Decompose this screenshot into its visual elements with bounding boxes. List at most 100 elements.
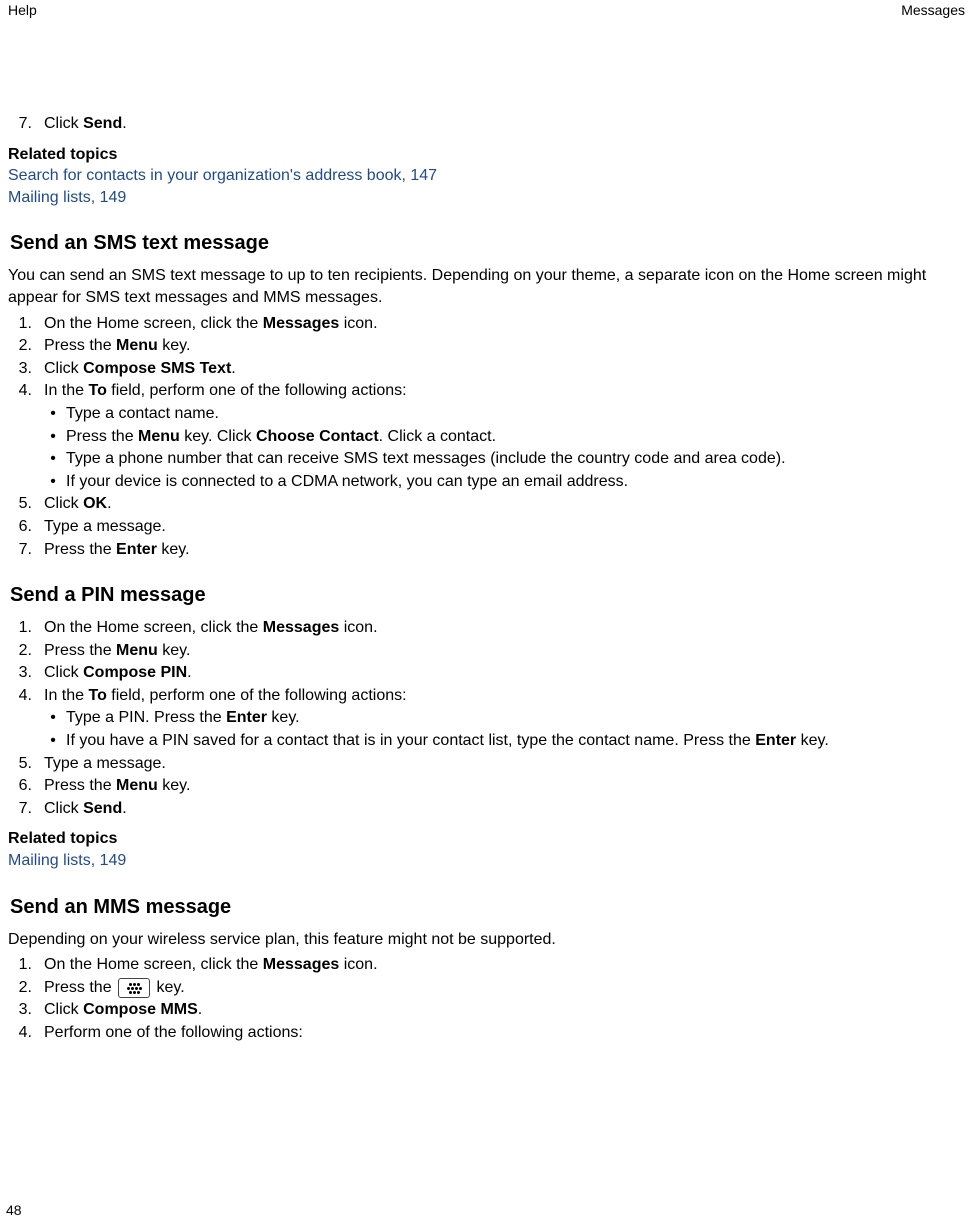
list-text: Press the key. xyxy=(36,977,965,999)
list-number: 1. xyxy=(8,617,32,639)
document-page: Help Messages 7. Click Send. Related top… xyxy=(0,0,973,1228)
list-item: 4.In the To field, perform one of the fo… xyxy=(8,380,965,402)
page-number: 48 xyxy=(6,1202,22,1218)
header-right: Messages xyxy=(901,2,965,18)
doc-link[interactable]: Mailing lists, 149 xyxy=(8,850,965,872)
related-topics-links: Search for contacts in your organization… xyxy=(8,165,965,208)
list-item: 5.Click OK. xyxy=(8,493,965,515)
list-text: Press the Menu key. xyxy=(36,775,965,797)
list-item: 3.Click Compose SMS Text. xyxy=(8,358,965,380)
list-number: 5. xyxy=(8,493,32,515)
list-text: Type a phone number that can receive SMS… xyxy=(60,448,965,470)
bullet-icon: • xyxy=(46,730,60,752)
list-item: •If you have a PIN saved for a contact t… xyxy=(8,730,965,752)
bullet-list: •Type a PIN. Press the Enter key.•If you… xyxy=(8,707,965,751)
section-heading-mms: Send an MMS message xyxy=(8,894,965,921)
bullet-icon: • xyxy=(46,471,60,493)
list-text: Click Compose PIN. xyxy=(36,662,965,684)
text-pre: Press the xyxy=(44,979,116,996)
section-intro: Depending on your wireless service plan,… xyxy=(8,929,965,951)
list-number: 3. xyxy=(8,662,32,684)
list-item: 7.Press the Enter key. xyxy=(8,539,965,561)
list-item: 4.Perform one of the following actions: xyxy=(8,1022,965,1044)
list-text: Type a message. xyxy=(36,516,965,538)
list-text: If your device is connected to a CDMA ne… xyxy=(60,471,965,493)
bullet-icon: • xyxy=(46,707,60,729)
list-item: •If your device is connected to a CDMA n… xyxy=(8,471,965,493)
list-text: Press the Enter key. xyxy=(36,539,965,561)
list-text: Perform one of the following actions: xyxy=(36,1022,965,1044)
list-number: 7. xyxy=(8,539,32,561)
ordered-list: 3.Click Compose MMS.4.Perform one of the… xyxy=(8,999,965,1043)
list-text: Press the Menu key. xyxy=(36,640,965,662)
list-text: Click OK. xyxy=(36,493,965,515)
text-post: key. xyxy=(156,979,184,996)
list-item: 1.On the Home screen, click the Messages… xyxy=(8,313,965,335)
doc-link[interactable]: Mailing lists, 149 xyxy=(8,187,965,209)
list-text: On the Home screen, click the Messages i… xyxy=(36,313,965,335)
list-number: 7. xyxy=(8,798,32,820)
blackberry-dots-icon xyxy=(126,980,142,992)
list-number: 1. xyxy=(8,313,32,335)
list-text: If you have a PIN saved for a contact th… xyxy=(60,730,965,752)
bullet-icon: • xyxy=(46,426,60,448)
ordered-list: 5.Type a message.6.Press the Menu key.7.… xyxy=(8,753,965,820)
list-text: Type a contact name. xyxy=(60,403,965,425)
related-topics-heading: Related topics xyxy=(8,828,965,850)
list-text: Click Compose MMS. xyxy=(36,999,965,1021)
related-topics-heading: Related topics xyxy=(8,144,965,166)
list-number: 6. xyxy=(8,516,32,538)
list-item: 3.Click Compose PIN. xyxy=(8,662,965,684)
list-number: 2. xyxy=(8,335,32,357)
list-item: •Type a contact name. xyxy=(8,403,965,425)
list-number: 3. xyxy=(8,999,32,1021)
list-text: In the To field, perform one of the foll… xyxy=(36,380,965,402)
bullet-icon: • xyxy=(46,448,60,470)
section-heading-sms: Send an SMS text message xyxy=(8,230,965,257)
list-item: 5.Type a message. xyxy=(8,753,965,775)
list-item: •Press the Menu key. Click Choose Contac… xyxy=(8,426,965,448)
list-item: 2. Press the key. xyxy=(8,977,965,999)
ordered-list: 1.On the Home screen, click the Messages… xyxy=(8,313,965,402)
list-number: 6. xyxy=(8,775,32,797)
list-item: •Type a PIN. Press the Enter key. xyxy=(8,707,965,729)
list-text: Click Compose SMS Text. xyxy=(36,358,965,380)
list-text: Click Send. xyxy=(36,113,965,135)
doc-link[interactable]: Search for contacts in your organization… xyxy=(8,165,965,187)
list-item: 1. On the Home screen, click the Message… xyxy=(8,954,965,976)
list-number: 7. xyxy=(8,113,32,135)
list-item: 7.Click Send. xyxy=(8,798,965,820)
page-header: Help Messages xyxy=(8,0,965,18)
list-text: In the To field, perform one of the foll… xyxy=(36,685,965,707)
list-item: 6.Press the Menu key. xyxy=(8,775,965,797)
ordered-list: 5.Click OK.6.Type a message.7.Press the … xyxy=(8,493,965,560)
page-content: 7. Click Send. Related topics Search for… xyxy=(8,113,965,1044)
menu-key-icon xyxy=(118,978,150,998)
related-topics-links: Mailing lists, 149 xyxy=(8,850,965,872)
list-number: 5. xyxy=(8,753,32,775)
list-text: Type a message. xyxy=(36,753,965,775)
list-text: On the Home screen, click the Messages i… xyxy=(36,617,965,639)
list-number: 2. xyxy=(8,640,32,662)
list-number: 1. xyxy=(8,954,32,976)
list-text: Press the Menu key. Click Choose Contact… xyxy=(60,426,965,448)
ordered-list: 1.On the Home screen, click the Messages… xyxy=(8,617,965,706)
list-number: 4. xyxy=(8,380,32,402)
list-item: 7. Click Send. xyxy=(8,113,965,135)
list-item: •Type a phone number that can receive SM… xyxy=(8,448,965,470)
section-intro: You can send an SMS text message to up t… xyxy=(8,265,965,308)
list-text: On the Home screen, click the Messages i… xyxy=(36,954,965,976)
list-text: Press the Menu key. xyxy=(36,335,965,357)
list-text: Type a PIN. Press the Enter key. xyxy=(60,707,965,729)
list-number: 4. xyxy=(8,685,32,707)
list-number: 2. xyxy=(8,977,32,999)
list-number: 3. xyxy=(8,358,32,380)
list-item: 2.Press the Menu key. xyxy=(8,640,965,662)
list-item: 1.On the Home screen, click the Messages… xyxy=(8,617,965,639)
list-number: 4. xyxy=(8,1022,32,1044)
header-left: Help xyxy=(8,2,37,18)
list-item: 3.Click Compose MMS. xyxy=(8,999,965,1021)
bullet-list: •Type a contact name.•Press the Menu key… xyxy=(8,403,965,492)
list-item: 6.Type a message. xyxy=(8,516,965,538)
list-text: Click Send. xyxy=(36,798,965,820)
